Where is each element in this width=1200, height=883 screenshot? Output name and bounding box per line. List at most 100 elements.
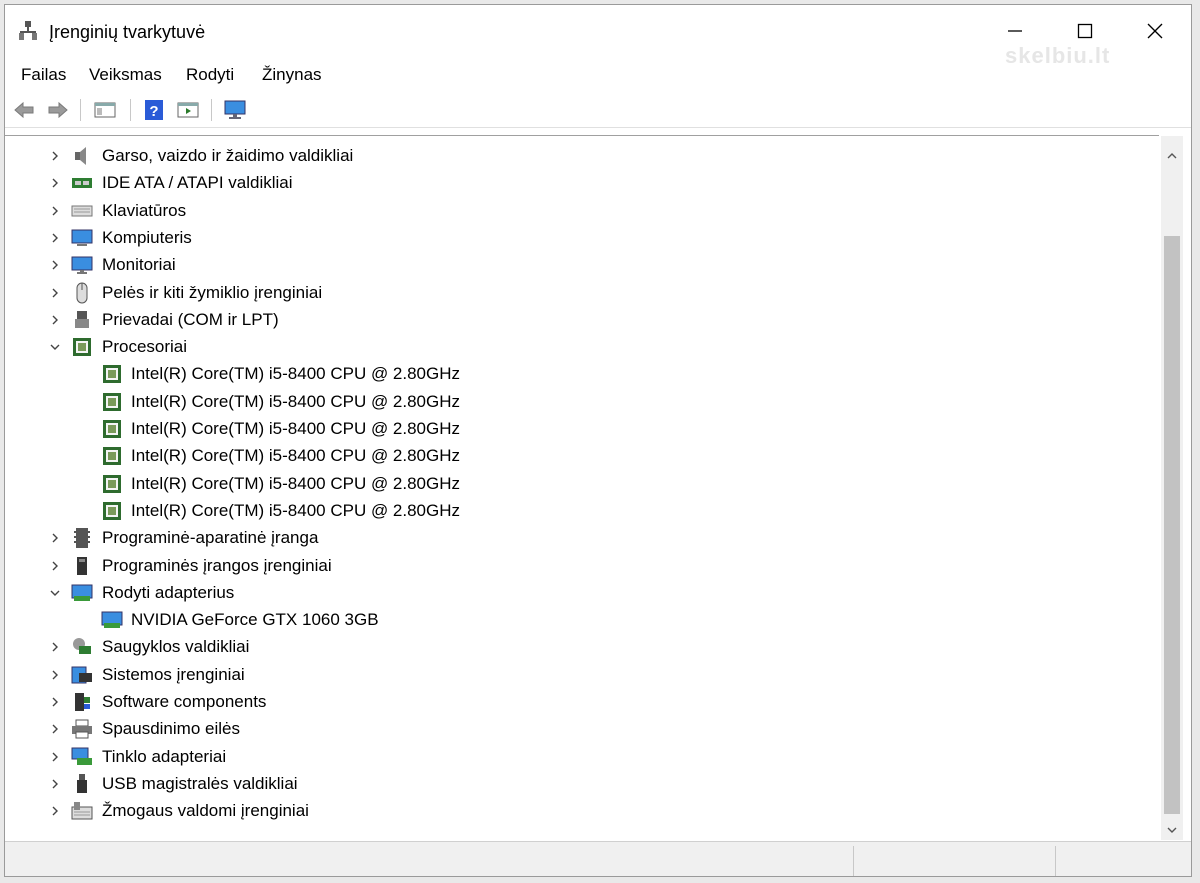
tree-category-row[interactable]: Monitoriai: [5, 251, 1145, 278]
tree-device-row[interactable]: Intel(R) Core(TM) i5-8400 CPU @ 2.80GHz: [5, 415, 1145, 442]
processor-icon: [101, 473, 123, 495]
close-icon: [1147, 23, 1163, 39]
tree-item-label: Programinės įrangos įrenginiai: [102, 555, 332, 575]
toolbar-separator: [130, 99, 131, 121]
scan-hardware-monitor-icon: [224, 100, 246, 119]
menu-file[interactable]: Failas: [19, 65, 68, 85]
storage-controller-icon: [71, 636, 93, 658]
tree-device-row[interactable]: Intel(R) Core(TM) i5-8400 CPU @ 2.80GHz: [5, 442, 1145, 469]
chevron-right-icon[interactable]: [49, 204, 61, 216]
menu-help[interactable]: Žinynas: [260, 65, 324, 85]
monitor-icon: [71, 254, 93, 276]
hid-icon: [71, 800, 93, 822]
tree-category-row[interactable]: Programinė-aparatinė įranga: [5, 524, 1145, 551]
system-device-icon: [71, 664, 93, 686]
tree-category-row[interactable]: Garso, vaizdo ir žaidimo valdikliai: [5, 142, 1145, 169]
close-button[interactable]: [1120, 5, 1190, 57]
chevron-right-icon[interactable]: [49, 286, 61, 298]
back-button[interactable]: [11, 98, 37, 122]
tree-device-row[interactable]: Intel(R) Core(TM) i5-8400 CPU @ 2.80GHz: [5, 470, 1145, 497]
tree-category-row[interactable]: Saugyklos valdikliai: [5, 633, 1145, 660]
keyboard-icon: [71, 200, 93, 222]
tree-category-row[interactable]: Programinės įrangos įrenginiai: [5, 552, 1145, 579]
chevron-right-icon[interactable]: [49, 722, 61, 734]
tree-category-row[interactable]: Tinklo adapteriai: [5, 743, 1145, 770]
chevron-right-icon[interactable]: [49, 176, 61, 188]
usb-icon: [71, 773, 93, 795]
menu-view[interactable]: Rodyti: [184, 65, 236, 85]
minimize-button[interactable]: [980, 5, 1050, 57]
forward-arrow-icon: [48, 101, 68, 119]
tree-category-row[interactable]: Software components: [5, 688, 1145, 715]
processor-icon: [101, 418, 123, 440]
chevron-right-icon[interactable]: [49, 750, 61, 762]
firmware-icon: [71, 527, 93, 549]
chevron-right-icon[interactable]: [49, 231, 61, 243]
processor-icon: [101, 500, 123, 522]
tree-item-label: Garso, vaizdo ir žaidimo valdikliai: [102, 146, 354, 165]
window-title: Įrenginių tvarkytuvė: [49, 22, 206, 42]
tree-item-label: Klaviatūros: [102, 200, 187, 220]
properties-icon: [177, 102, 199, 118]
chevron-right-icon[interactable]: [49, 777, 61, 789]
chevron-right-icon[interactable]: [49, 804, 61, 816]
chevron-right-icon[interactable]: [49, 149, 61, 161]
chevron-down-icon: [1167, 827, 1177, 833]
tree-device-row[interactable]: NVIDIA GeForce GTX 1060 3GB: [5, 606, 1145, 633]
properties-button[interactable]: [175, 98, 201, 122]
tree-item-label: Sistemos įrenginiai: [102, 664, 245, 684]
maximize-button[interactable]: [1050, 5, 1120, 57]
status-separator: [853, 846, 854, 876]
tree-item-label: Prievadai (COM ir LPT): [102, 309, 279, 329]
software-component-icon: [71, 691, 93, 713]
scan-hardware-button[interactable]: [222, 98, 248, 122]
chevron-right-icon[interactable]: [49, 313, 61, 325]
tree-item-label: Intel(R) Core(TM) i5-8400 CPU @ 2.80GHz: [131, 500, 461, 520]
scroll-up-button[interactable]: [1161, 136, 1183, 176]
tree-item-label: Kompiuteris: [102, 227, 192, 247]
help-icon: ?: [145, 100, 163, 120]
tree-category-row[interactable]: USB magistralės valdikliai: [5, 770, 1145, 797]
tree-category-row[interactable]: Rodyti adapterius: [5, 579, 1145, 606]
scroll-thumb[interactable]: [1164, 236, 1180, 814]
processor-icon: [101, 391, 123, 413]
chevron-right-icon[interactable]: [49, 559, 61, 571]
help-button[interactable]: ?: [141, 98, 167, 122]
tree-item-label: Rodyti adapterius: [102, 582, 235, 602]
tree-item-label: Software components: [102, 692, 267, 711]
chevron-right-icon[interactable]: [49, 531, 61, 543]
chevron-right-icon[interactable]: [49, 258, 61, 270]
tree-item-label: Intel(R) Core(TM) i5-8400 CPU @ 2.80GHz: [131, 446, 461, 466]
device-tree: Garso, vaizdo ir žaidimo valdikliai IDE A…: [5, 135, 1159, 836]
tree-device-row[interactable]: Intel(R) Core(TM) i5-8400 CPU @ 2.80GHz: [5, 497, 1145, 524]
tree-item-label: Žmogaus valdomi įrenginiai: [102, 801, 309, 821]
tree-category-row[interactable]: Kompiuteris: [5, 224, 1145, 251]
ide-controller-icon: [71, 172, 93, 194]
tree-category-row[interactable]: Procesoriai: [5, 333, 1145, 360]
menu-action[interactable]: Veiksmas: [87, 65, 164, 85]
processor-icon: [71, 336, 93, 358]
tree-category-row[interactable]: Spausdinimo eilės: [5, 715, 1145, 742]
tree-category-row[interactable]: Žmogaus valdomi įrenginiai: [5, 797, 1145, 824]
tree-device-row[interactable]: Intel(R) Core(TM) i5-8400 CPU @ 2.80GHz: [5, 388, 1145, 415]
network-adapter-icon: [71, 746, 93, 768]
chevron-right-icon[interactable]: [49, 695, 61, 707]
tree-item-label: Intel(R) Core(TM) i5-8400 CPU @ 2.80GHz: [131, 364, 461, 384]
vertical-scrollbar[interactable]: [1161, 136, 1183, 840]
scroll-down-button[interactable]: [1161, 820, 1183, 840]
tree-category-row[interactable]: Prievadai (COM ir LPT): [5, 306, 1145, 333]
tree-category-row[interactable]: IDE ATA / ATAPI valdikliai: [5, 169, 1145, 196]
chevron-right-icon[interactable]: [49, 640, 61, 652]
tree-device-row[interactable]: Intel(R) Core(TM) i5-8400 CPU @ 2.80GHz: [5, 360, 1145, 387]
chevron-down-icon[interactable]: [49, 340, 61, 352]
tree-item-label: Monitoriai: [102, 255, 176, 275]
chevron-right-icon[interactable]: [49, 668, 61, 680]
tree-category-row[interactable]: Pelės ir kiti žymiklio įrenginiai: [5, 279, 1145, 306]
chevron-down-icon[interactable]: [49, 586, 61, 598]
show-hide-console-tree-button[interactable]: [92, 98, 118, 122]
tree-item-label: Tinklo adapteriai: [102, 746, 227, 766]
tree-item-label: IDE ATA / ATAPI valdikliai: [102, 173, 293, 193]
forward-button[interactable]: [45, 98, 71, 122]
tree-category-row[interactable]: Klaviatūros: [5, 197, 1145, 224]
tree-category-row[interactable]: Sistemos įrenginiai: [5, 661, 1145, 688]
